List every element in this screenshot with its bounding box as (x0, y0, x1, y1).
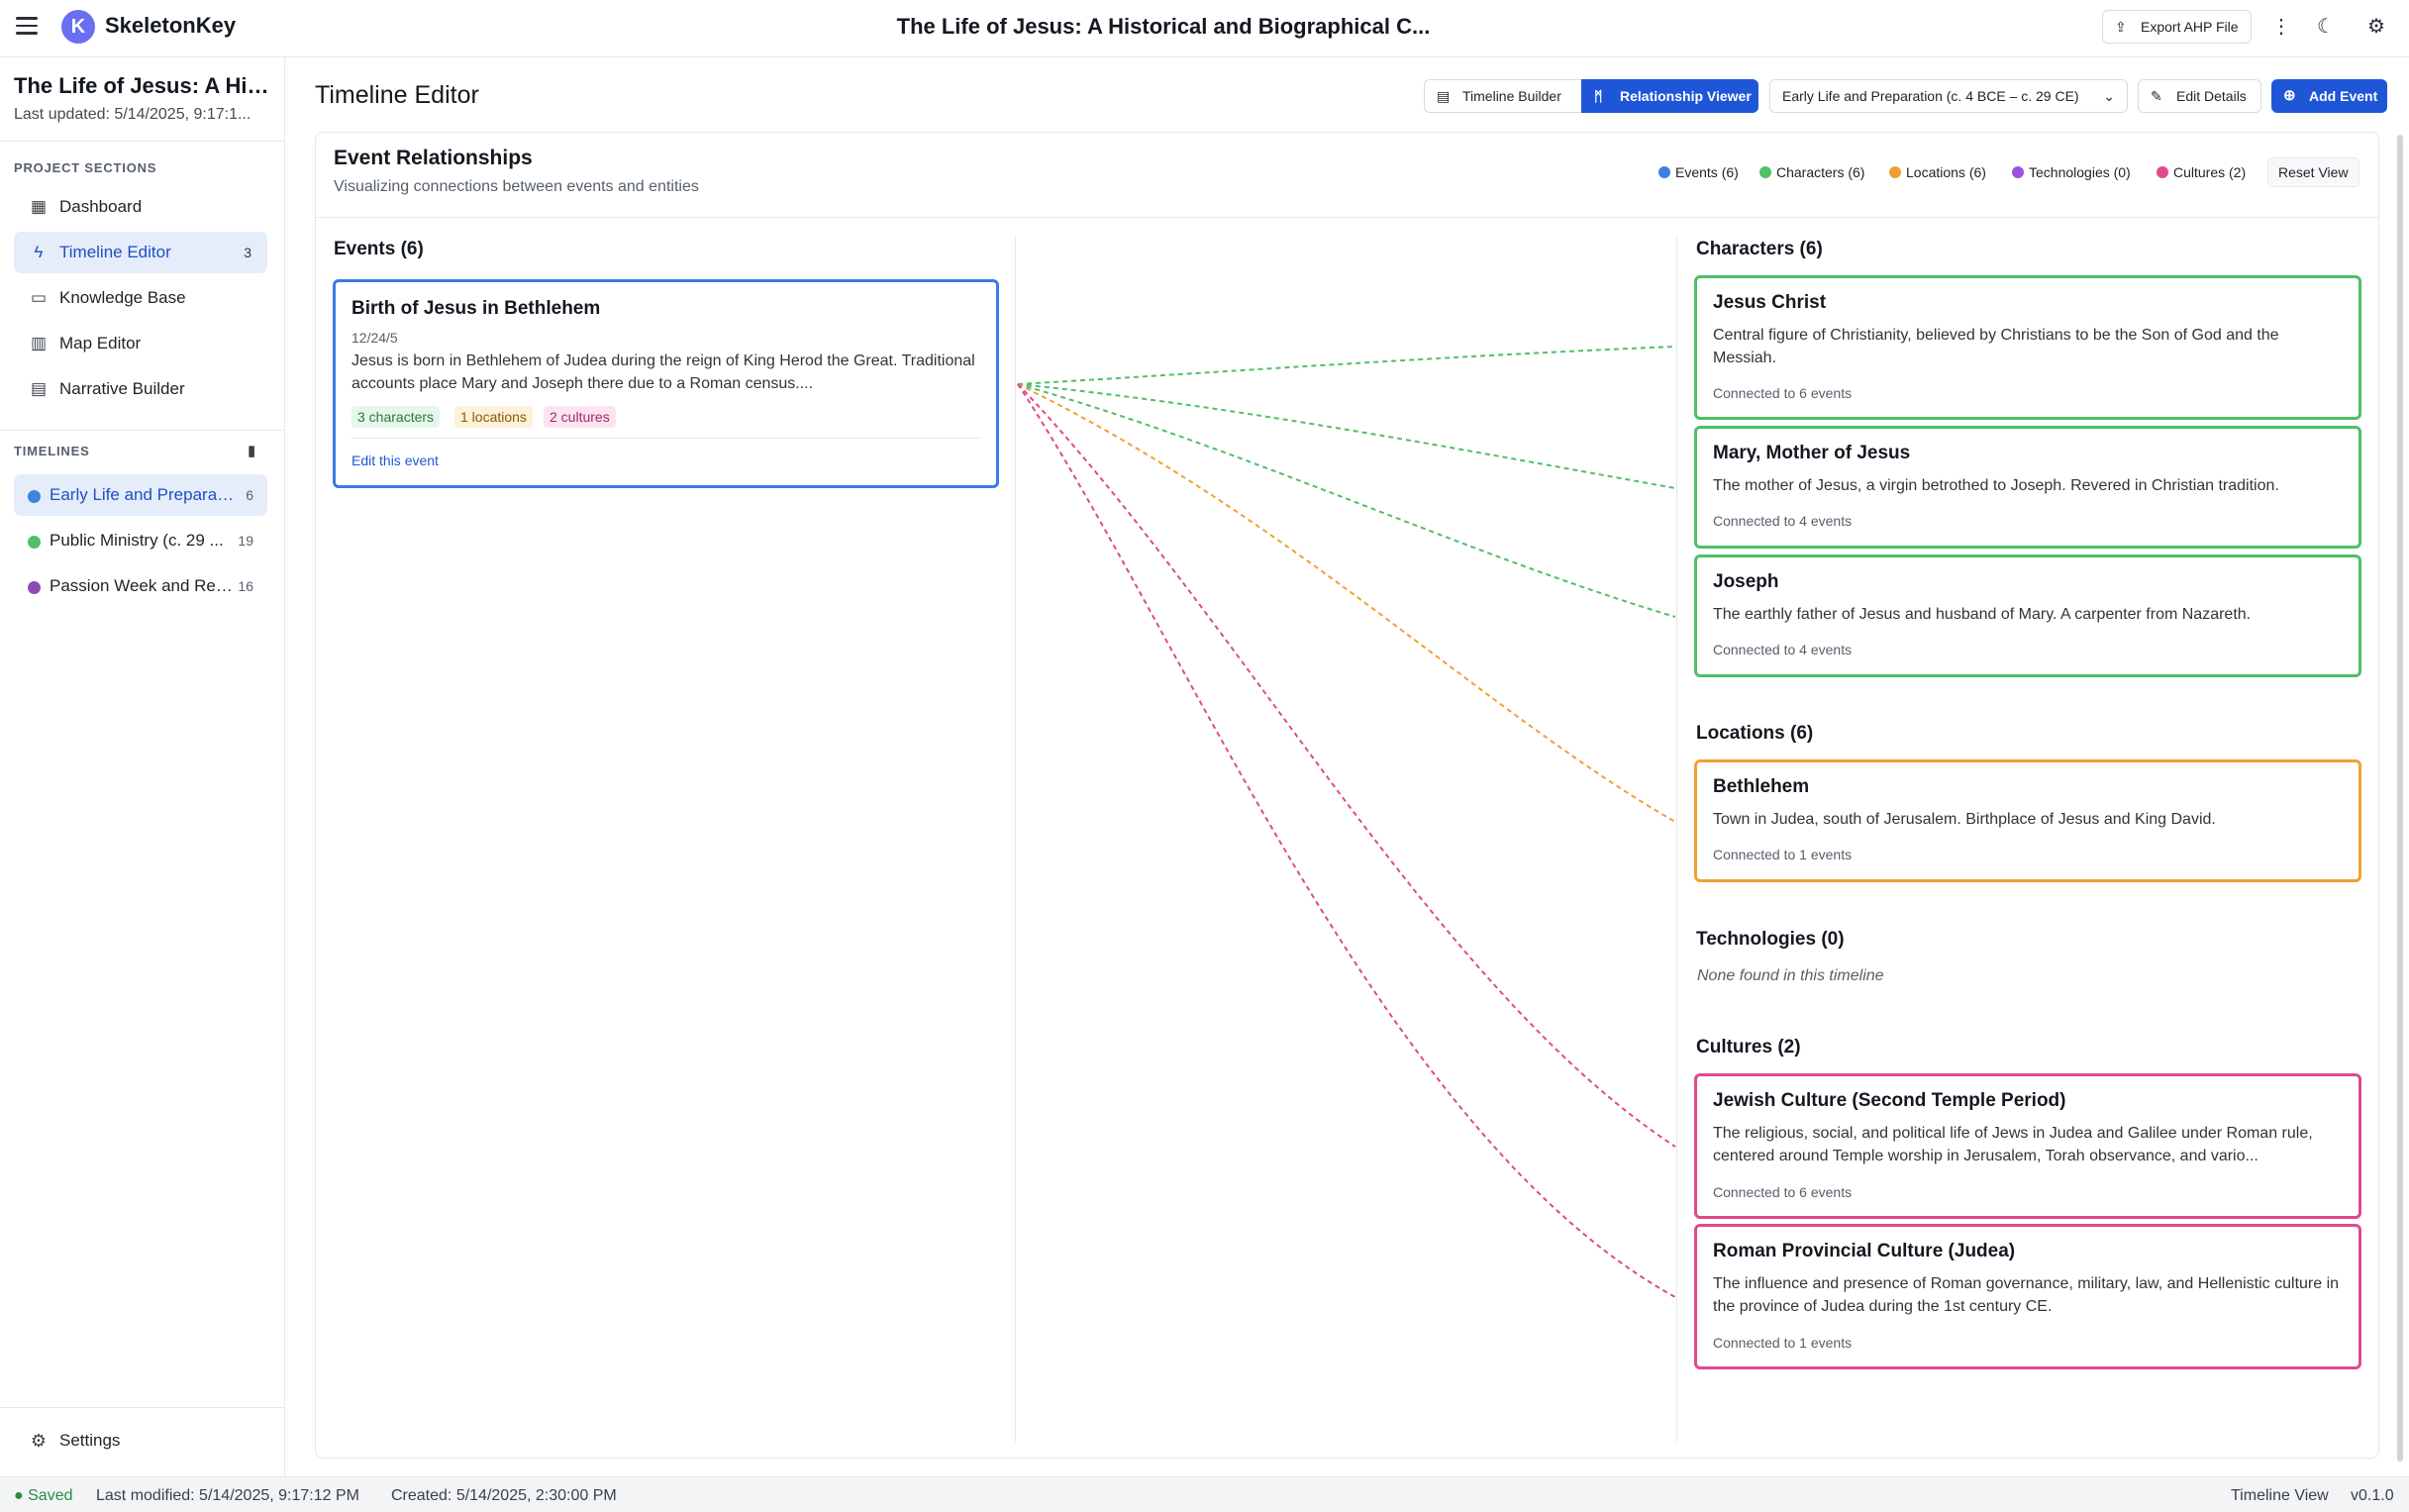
character-description: Central figure of Christianity, believed… (1713, 327, 2279, 366)
connection-line-roman-culture (1017, 383, 1676, 1298)
event-date: 12/24/5 (351, 330, 398, 346)
status-bar: ● Saved Last modified: 5/14/2025, 9:17:1… (0, 1476, 2409, 1512)
character-card-mary[interactable]: Mary, Mother of Jesus The mother of Jesu… (1694, 426, 2361, 549)
connection-line-bethlehem (1017, 383, 1676, 823)
location-connections: Connected to 1 events (1713, 847, 1853, 862)
events-heading: Events (6) (334, 239, 424, 259)
location-card-bethlehem[interactable]: Bethlehem Town in Judea, south of Jerusa… (1694, 759, 2361, 882)
character-connections: Connected to 4 events (1713, 642, 1853, 657)
character-description: The mother of Jesus, a virgin betrothed … (1713, 477, 2279, 494)
cultures-heading: Cultures (2) (1696, 1037, 1801, 1058)
tag-cultures: 2 cultures (544, 406, 616, 428)
tag-locations: 1 locations (454, 406, 533, 428)
character-connections: Connected to 6 events (1713, 385, 1853, 401)
version: v0.1.0 (2351, 1487, 2394, 1504)
divider (351, 438, 981, 439)
scrollbar[interactable] (2397, 135, 2403, 1462)
connection-line-jesus (1017, 346, 1676, 385)
saved-status: ● Saved (14, 1487, 73, 1504)
culture-name: Jewish Culture (Second Temple Period) (1713, 1090, 2066, 1111)
event-description: Jesus is born in Bethlehem of Judea duri… (351, 353, 975, 392)
connection-line-joseph (1017, 383, 1676, 618)
technologies-heading: Technologies (0) (1696, 929, 1845, 950)
character-name: Joseph (1713, 571, 1779, 592)
edit-event-link[interactable]: Edit this event (351, 453, 439, 468)
character-card-joseph[interactable]: Joseph The earthly father of Jesus and h… (1694, 554, 2361, 677)
culture-connections: Connected to 1 events (1713, 1335, 1853, 1351)
location-description: Town in Judea, south of Jerusalem. Birth… (1713, 811, 2216, 828)
culture-card-roman[interactable]: Roman Provincial Culture (Judea) The inf… (1694, 1224, 2361, 1369)
character-connections: Connected to 4 events (1713, 513, 1853, 529)
view-mode: Timeline View (2231, 1487, 2329, 1504)
event-card[interactable]: Birth of Jesus in Bethlehem 12/24/5 Jesu… (333, 279, 999, 488)
check-circle-icon: ● (14, 1487, 24, 1504)
last-modified: Last modified: 5/14/2025, 9:17:12 PM (96, 1487, 359, 1504)
culture-description: The influence and presence of Roman gove… (1713, 1275, 2340, 1315)
culture-connections: Connected to 6 events (1713, 1184, 1853, 1200)
tag-characters: 3 characters (351, 406, 441, 428)
locations-heading: Locations (6) (1696, 723, 1814, 744)
event-title: Birth of Jesus in Bethlehem (351, 298, 601, 319)
location-name: Bethlehem (1713, 776, 1810, 797)
culture-description: The religious, social, and political lif… (1713, 1125, 2313, 1164)
character-name: Jesus Christ (1713, 292, 1827, 313)
character-name: Mary, Mother of Jesus (1713, 443, 1911, 463)
character-description: The earthly father of Jesus and husband … (1713, 606, 2252, 623)
created-date: Created: 5/14/2025, 2:30:00 PM (391, 1487, 617, 1504)
culture-name: Roman Provincial Culture (Judea) (1713, 1241, 2016, 1261)
character-card-jesus[interactable]: Jesus Christ Central figure of Christian… (1694, 275, 2361, 420)
culture-card-jewish[interactable]: Jewish Culture (Second Temple Period) Th… (1694, 1073, 2361, 1219)
technologies-empty: None found in this timeline (1697, 967, 1884, 984)
characters-heading: Characters (6) (1696, 239, 1823, 259)
